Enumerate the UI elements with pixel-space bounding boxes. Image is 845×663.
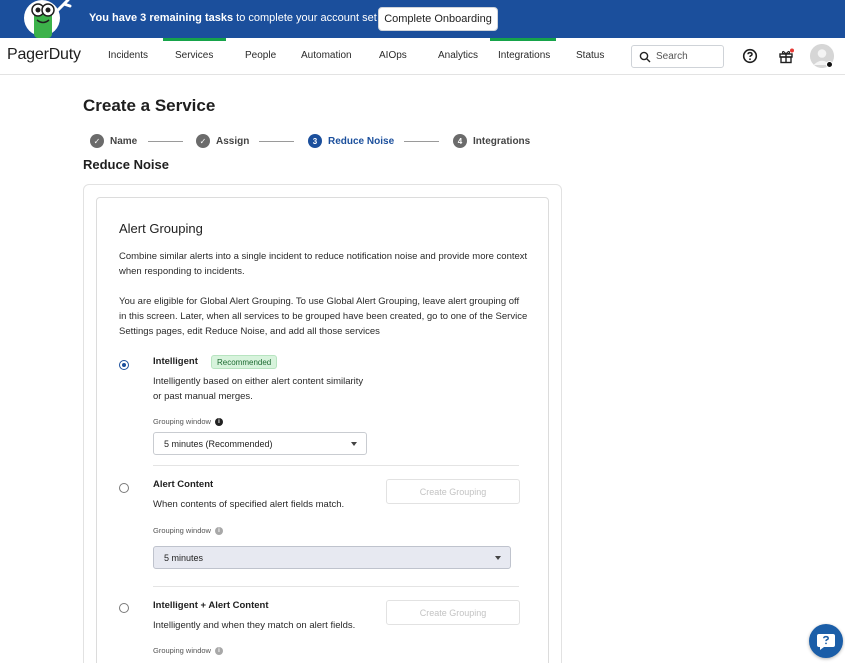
- nav-item-people[interactable]: People: [245, 50, 276, 61]
- recommended-badge: Recommended: [211, 355, 278, 369]
- step-connector: [259, 141, 294, 142]
- onboarding-banner: You have 3 remaining tasks to complete y…: [0, 0, 845, 38]
- question-circle-icon[interactable]: [742, 48, 758, 64]
- search-icon: [639, 51, 651, 63]
- grouping-window-select[interactable]: 5 minutes: [153, 546, 511, 569]
- option-alert-content-description: When contents of specified alert fields …: [153, 499, 345, 510]
- radio-intelligent[interactable]: [119, 360, 129, 370]
- info-icon[interactable]: i: [214, 417, 223, 426]
- step-integrations[interactable]: 4 Integrations: [453, 134, 530, 148]
- global-grouping-note: You are eligible for Global Alert Groupi…: [119, 296, 528, 337]
- nav-item-automation[interactable]: Automation: [301, 50, 352, 61]
- search-input[interactable]: Search: [631, 45, 724, 68]
- nav-accent-bar: [163, 38, 226, 41]
- option-intelligent-alert-content-description: Intelligently and when they match on ale…: [153, 620, 356, 631]
- step-name[interactable]: ✓ Name: [90, 134, 137, 148]
- nav-item-integrations[interactable]: Integrations: [498, 50, 550, 61]
- page-title: Create a Service: [83, 96, 216, 115]
- step-connector: [148, 141, 183, 142]
- grouping-window-value: 5 minutes (Recommended): [164, 439, 273, 449]
- option-intelligent-description: Intelligently based on either alert cont…: [153, 376, 364, 402]
- step-connector: [404, 141, 439, 142]
- complete-onboarding-button[interactable]: Complete Onboarding: [378, 7, 498, 31]
- check-icon: ✓: [90, 134, 104, 148]
- info-icon[interactable]: i: [214, 526, 223, 535]
- nav-item-status[interactable]: Status: [576, 50, 604, 61]
- step-reduce-noise[interactable]: 3 Reduce Noise: [308, 134, 394, 148]
- section-title: Reduce Noise: [83, 157, 169, 172]
- check-icon: ✓: [196, 134, 210, 148]
- nav-item-incidents[interactable]: Incidents: [108, 50, 148, 61]
- option-intelligent-title: Intelligent: [153, 356, 198, 367]
- status-dot: [826, 61, 833, 68]
- step-label: Assign: [216, 135, 250, 147]
- gift-icon[interactable]: [778, 48, 794, 64]
- option-intelligent-alert-content-title: Intelligent + Alert Content: [153, 600, 269, 611]
- nav-item-aiops[interactable]: AIOps: [379, 50, 407, 61]
- step-number-badge: 4: [453, 134, 467, 148]
- radio-intelligent-alert-content[interactable]: [119, 603, 129, 613]
- step-label: Name: [110, 135, 138, 147]
- chevron-down-icon: [495, 556, 501, 560]
- mascot-icon: [24, 0, 72, 38]
- top-nav: PagerDuty Incidents Services People Auto…: [0, 38, 845, 75]
- create-grouping-button[interactable]: Create Grouping: [386, 600, 520, 625]
- step-assign[interactable]: ✓ Assign: [196, 134, 249, 148]
- grouping-window-select[interactable]: 5 minutes (Recommended): [153, 432, 367, 455]
- chevron-down-icon: [351, 442, 357, 446]
- step-number-badge: 3: [308, 134, 322, 148]
- option-divider: [153, 586, 519, 587]
- help-chat-button[interactable]: [809, 624, 843, 658]
- step-label: Integrations: [473, 135, 531, 147]
- alert-grouping-title: Alert Grouping: [119, 221, 203, 236]
- nav-accent-bar: [490, 38, 556, 41]
- banner-message: You have 3 remaining tasks to complete y…: [89, 12, 393, 24]
- alert-grouping-intro: Combine similar alerts into a single inc…: [119, 251, 528, 277]
- pagerduty-logo[interactable]: PagerDuty: [7, 46, 81, 64]
- option-alert-content-title: Alert Content: [153, 479, 214, 490]
- grouping-window-label: Grouping window i: [153, 417, 223, 426]
- nav-item-analytics[interactable]: Analytics: [438, 50, 478, 61]
- grouping-window-value: 5 minutes: [164, 553, 204, 563]
- radio-alert-content[interactable]: [119, 483, 129, 493]
- help-chat-icon: [817, 634, 835, 650]
- search-placeholder: Search: [656, 51, 688, 62]
- create-grouping-button[interactable]: Create Grouping: [386, 479, 520, 504]
- grouping-window-label: Grouping window i: [153, 646, 223, 655]
- step-label: Reduce Noise: [328, 135, 395, 147]
- option-divider: [153, 465, 519, 466]
- info-icon[interactable]: i: [214, 646, 223, 655]
- grouping-window-label: Grouping window i: [153, 526, 223, 535]
- nav-item-services[interactable]: Services: [175, 50, 213, 61]
